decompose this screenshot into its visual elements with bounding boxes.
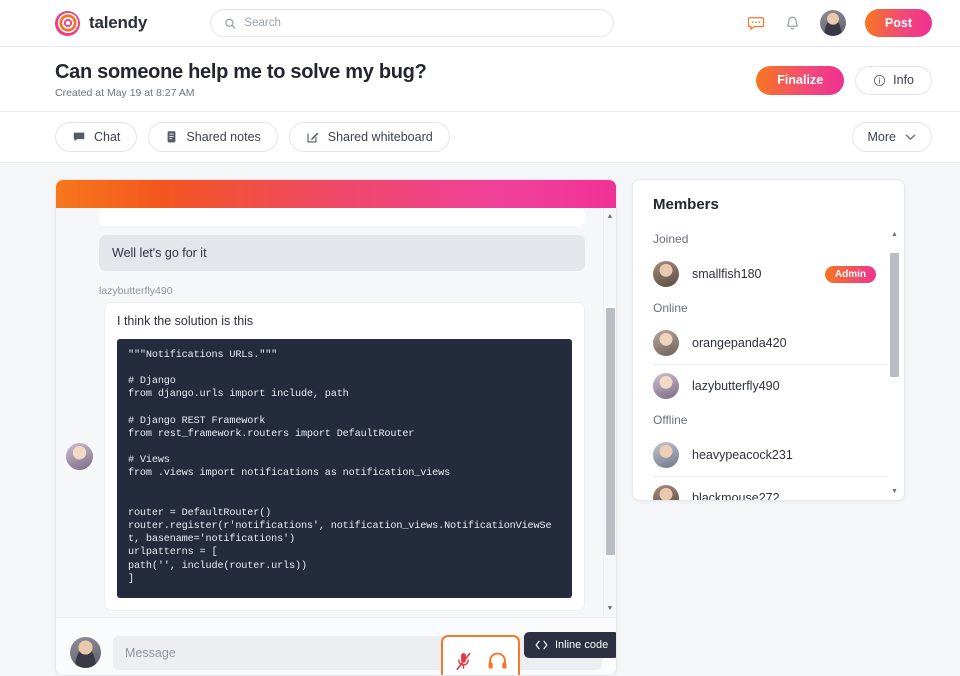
brand-logo[interactable]: talendy: [55, 10, 148, 36]
members-scrollbar[interactable]: ▲ ▼: [888, 226, 901, 500]
members-group-online-label: Online: [653, 301, 688, 315]
member-row[interactable]: smallfish180 Admin: [653, 253, 888, 295]
user-avatar[interactable]: [819, 10, 846, 36]
chat-scrollbar-thumb[interactable]: [605, 307, 615, 555]
code-snippet: """Notifications URLs.""" # Django from …: [117, 339, 572, 598]
message-row: I think the solution is this """Notifica…: [56, 302, 593, 611]
members-scrollbar-thumb[interactable]: [890, 252, 899, 378]
more-label: More: [867, 130, 896, 144]
member-name: orangepanda420: [692, 336, 787, 350]
admin-badge: Admin: [824, 265, 876, 283]
document-icon: [168, 131, 176, 143]
members-scrollbar-track[interactable]: [890, 243, 899, 483]
chat-panel: Well let's go for it lazybutterfly490 I …: [55, 179, 617, 676]
message-text: I think the solution is this: [117, 314, 254, 328]
member-avatar: [653, 330, 679, 356]
member-name: heavypeacock231: [692, 448, 793, 462]
tab-shared-notes-label: Shared notes: [186, 130, 261, 144]
message-list: Well let's go for it lazybutterfly490 I …: [56, 208, 603, 617]
members-group-joined-label: Joined: [653, 232, 689, 246]
chat-gradient-banner: [56, 180, 616, 208]
more-dropdown[interactable]: More: [851, 122, 932, 152]
message-avatar: [66, 442, 93, 470]
member-row[interactable]: orangepanda420: [653, 322, 888, 365]
members-scroll-down-arrow-icon[interactable]: ▼: [888, 485, 901, 498]
brand-name: talendy: [89, 13, 148, 32]
section-tab-bar: Chat Shared notes Shared whiteboard More: [0, 112, 960, 163]
members-group-offline-label: Offline: [653, 413, 688, 427]
search-input[interactable]: [244, 17, 601, 29]
members-list: Joined smallfish180 Admin Online orangep…: [633, 226, 888, 500]
scroll-up-arrow-icon[interactable]: ▲: [604, 210, 617, 223]
code-brackets-icon: [535, 640, 548, 650]
message-bubble-code: I think the solution is this """Notifica…: [104, 302, 585, 611]
tab-chat-label: Chat: [94, 130, 121, 144]
top-right-actions: Post: [747, 9, 932, 37]
chat-scrollbar-track[interactable]: [605, 225, 615, 600]
top-navigation-bar: talendy Post: [0, 0, 960, 47]
page-title-bar: Can someone help me to solve my bug? Cre…: [0, 47, 960, 112]
search-icon: [225, 18, 236, 29]
message-content: I think the solution is this """Notifica…: [104, 302, 593, 611]
scroll-down-arrow-icon[interactable]: ▼: [604, 602, 617, 615]
page-title: Can someone help me to solve my bug?: [55, 61, 427, 83]
chat-scrollbar[interactable]: ▲ ▼: [603, 208, 616, 617]
inline-code-tooltip: Inline code: [524, 632, 616, 658]
finalize-button[interactable]: Finalize: [756, 65, 845, 95]
members-scroll-up-arrow-icon[interactable]: ▲: [888, 228, 901, 241]
created-timestamp: Created at May 19 at 8:27 AM: [55, 87, 195, 99]
tab-shared-whiteboard-label: Shared whiteboard: [327, 130, 433, 144]
composer-avatar: [70, 637, 101, 668]
member-avatar: [653, 373, 679, 399]
member-name: smallfish180: [692, 267, 762, 281]
member-avatar: [653, 442, 679, 468]
title-actions: Finalize Info: [756, 65, 932, 95]
member-avatar: [653, 261, 679, 287]
microphone-muted-icon[interactable]: [454, 651, 473, 672]
message-bubble-incoming: Well let's go for it: [99, 235, 585, 271]
tab-chat[interactable]: Chat: [55, 122, 138, 152]
talendy-spiral-icon: [55, 10, 80, 36]
headphones-icon[interactable]: [487, 651, 508, 671]
member-avatar: [653, 485, 679, 500]
messages-icon[interactable]: [747, 14, 765, 32]
info-button[interactable]: Info: [855, 65, 932, 95]
members-panel: Members Joined smallfish180 Admin Online…: [632, 179, 905, 501]
chat-scroll-area: Well let's go for it lazybutterfly490 I …: [56, 208, 616, 617]
info-button-label: Info: [893, 73, 914, 87]
inline-code-tooltip-label: Inline code: [555, 639, 609, 651]
message-composer: Inline code: [56, 617, 616, 675]
member-row[interactable]: heavypeacock231: [653, 434, 888, 477]
members-title: Members: [653, 196, 719, 213]
tab-shared-notes[interactable]: Shared notes: [148, 122, 278, 152]
info-circle-icon: [874, 74, 886, 86]
main-content: Well let's go for it lazybutterfly490 I …: [0, 163, 960, 676]
member-name: blackmouse272: [692, 491, 780, 500]
chevron-down-icon: [905, 134, 916, 140]
member-row[interactable]: blackmouse272: [653, 477, 888, 500]
members-body: Joined smallfish180 Admin Online orangep…: [633, 226, 904, 500]
tab-shared-whiteboard[interactable]: Shared whiteboard: [288, 122, 450, 152]
audio-controls-panel: [441, 635, 520, 675]
search-bar[interactable]: [210, 9, 615, 37]
post-button[interactable]: Post: [864, 9, 932, 37]
member-name: lazybutterfly490: [692, 379, 780, 393]
message-sender-name: lazybutterfly490: [99, 285, 173, 297]
chat-bubble-icon: [73, 132, 85, 142]
message-bubble-partial: [99, 208, 585, 226]
title-block: Can someone help me to solve my bug? Cre…: [55, 61, 427, 99]
member-row[interactable]: lazybutterfly490: [653, 365, 888, 407]
pencil-square-icon: [307, 132, 319, 143]
notifications-bell-icon[interactable]: [784, 15, 801, 32]
